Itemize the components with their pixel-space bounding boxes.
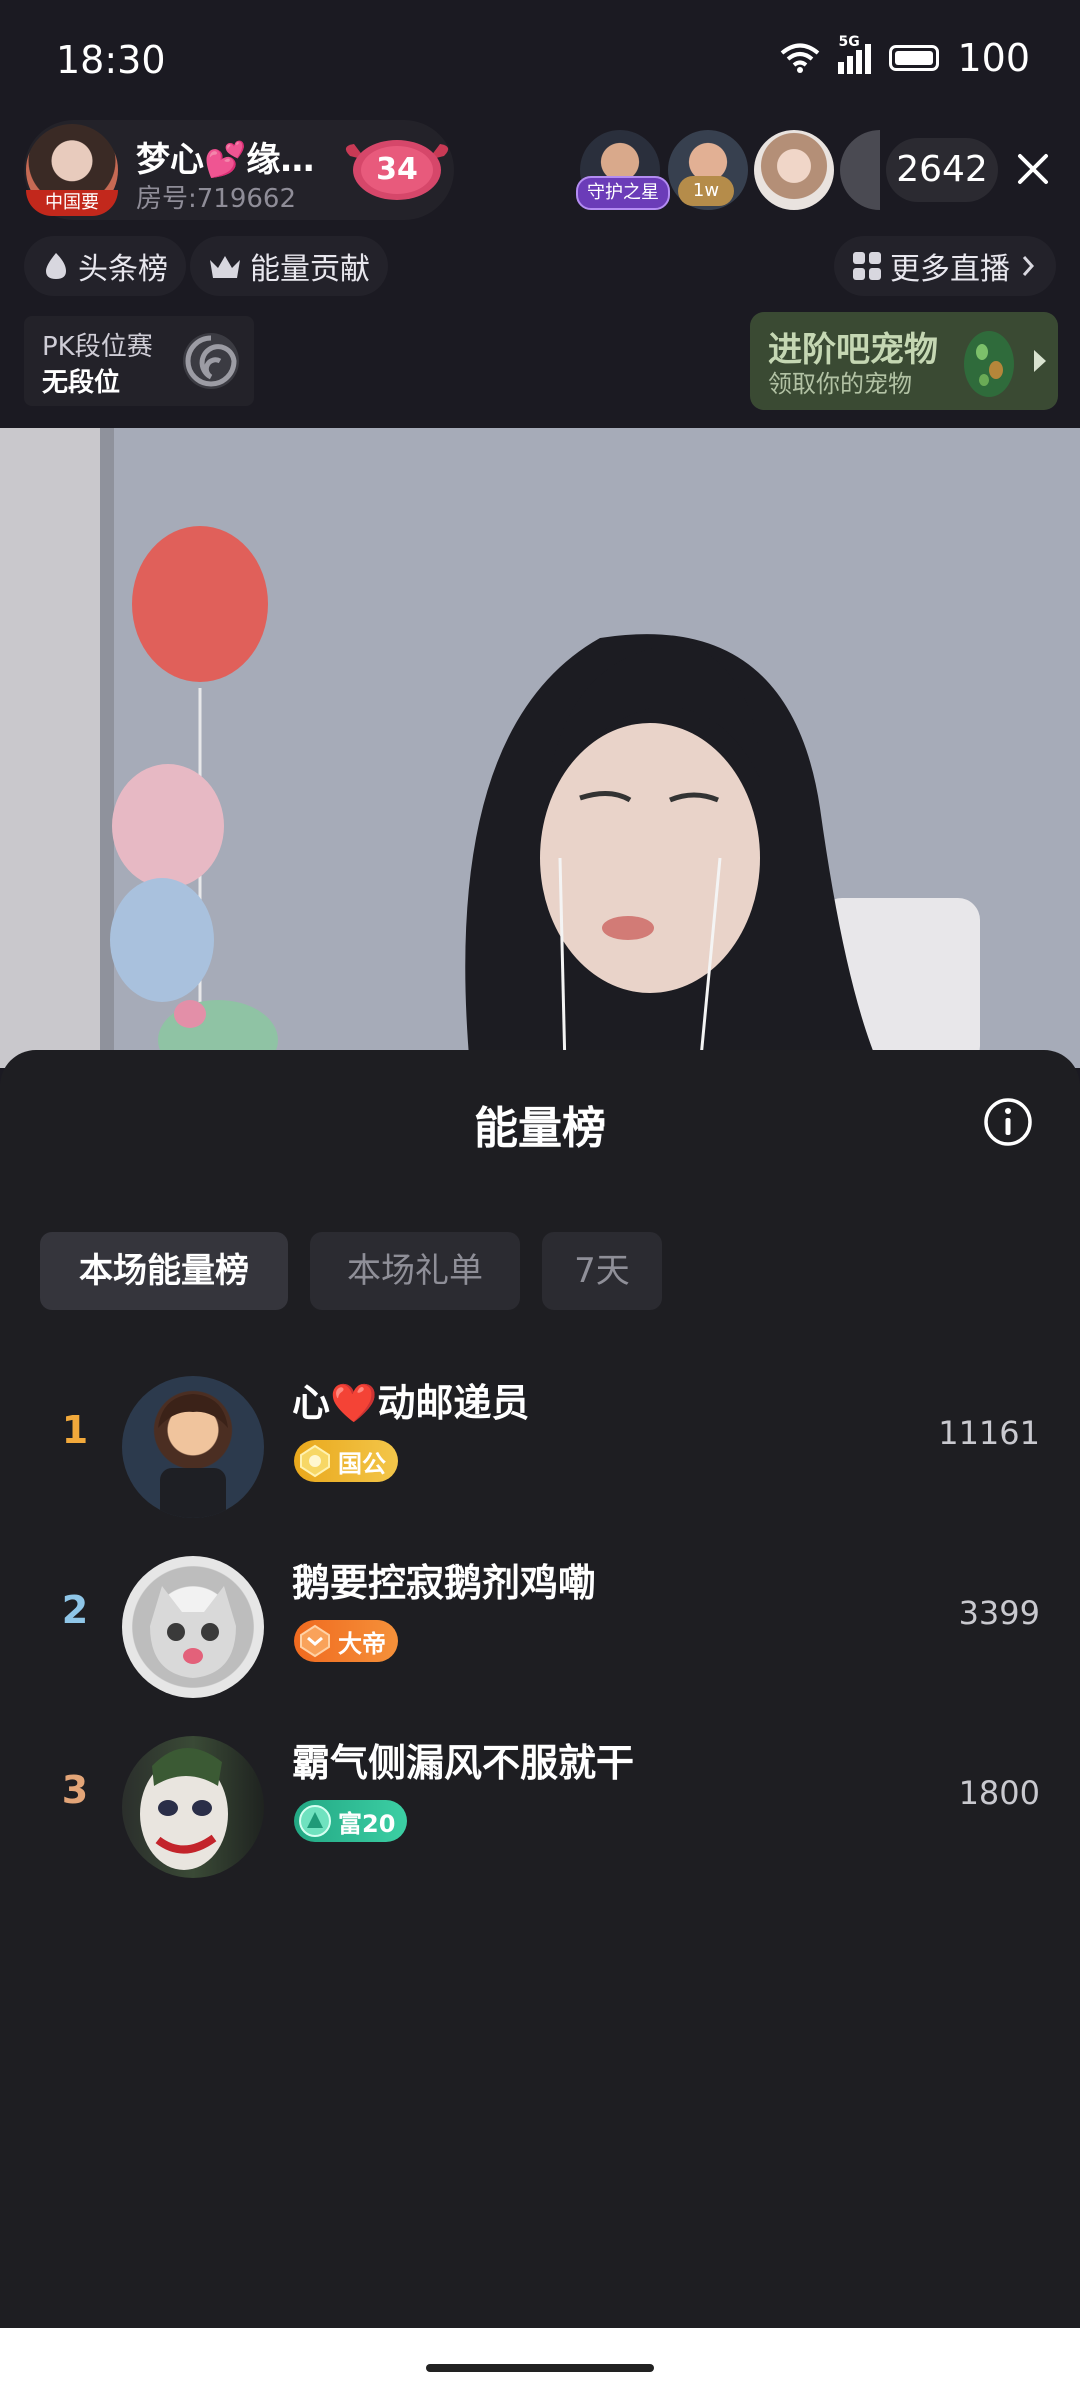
grid-icon — [853, 252, 881, 280]
hot-list-label: 头条榜 — [78, 252, 168, 287]
close-icon[interactable] — [1008, 144, 1058, 194]
pk-rank: 无段位 — [42, 368, 121, 398]
battery-icon — [889, 45, 940, 71]
crown-icon — [210, 256, 240, 278]
battery-level: 100 — [957, 36, 1030, 80]
badge-label: 大帝 — [338, 1629, 386, 1658]
energy-score: 11161 — [938, 1414, 1040, 1452]
noble-badge: 大帝 — [294, 1620, 398, 1662]
energy-contribution-label: 能量贡献 — [250, 252, 370, 287]
play-arrow-icon — [1034, 350, 1046, 372]
heart-count: 34 — [376, 152, 418, 187]
avatar-figure — [150, 1586, 236, 1678]
badge-chevron-icon — [300, 1624, 330, 1658]
info-icon[interactable] — [982, 1096, 1034, 1148]
status-icons: 5G 100 — [780, 34, 1030, 80]
live-video[interactable] — [0, 428, 1080, 1068]
badge-label: 国公 — [338, 1449, 386, 1478]
tab-session-gifts[interactable]: 本场礼单 — [310, 1232, 520, 1310]
viewer-avatar-4[interactable] — [840, 130, 880, 210]
user-avatar[interactable] — [122, 1376, 264, 1518]
pet-egg-icon — [964, 331, 1014, 397]
live-video-scene — [0, 428, 1080, 1068]
pk-spiral-icon — [183, 333, 239, 389]
badge-triangle-icon — [299, 1805, 331, 1837]
anchor-name: 梦心💕缘… — [136, 140, 315, 180]
more-live-button[interactable]: 更多直播 — [834, 236, 1056, 296]
wifi-icon — [781, 43, 820, 73]
badge-label: 富20 — [338, 1809, 396, 1838]
rank-number: 2 — [61, 1588, 89, 1632]
energy-score: 1800 — [958, 1774, 1040, 1812]
noble-badge: 国公 — [294, 1440, 398, 1482]
signal-icon: 5G — [838, 34, 872, 74]
flame-icon — [46, 253, 66, 279]
viewer-level-tag: 1w — [678, 176, 734, 206]
avatar-figure — [158, 1394, 228, 1518]
room-number: 房号:719662 — [136, 184, 297, 214]
rank-number: 3 — [61, 1768, 89, 1812]
user-avatar[interactable] — [122, 1736, 264, 1878]
energy-contribution-button[interactable]: 能量贡献 — [190, 236, 388, 296]
user-avatar[interactable] — [122, 1556, 264, 1698]
status-time: 18:30 — [56, 38, 166, 82]
anchor-avatar-tag: 中国要 — [26, 190, 118, 216]
hot-list-button[interactable]: 头条榜 — [24, 236, 186, 296]
ranking-row[interactable]: 3 霸气侧漏风不服就干 富20 1800 — [0, 1710, 1080, 1890]
wealth-badge: 富20 — [294, 1800, 408, 1842]
sheet-title: 能量榜 — [474, 1103, 606, 1154]
viewer-count[interactable]: 2642 — [886, 138, 998, 202]
tab-session-energy[interactable]: 本场能量榜 — [40, 1232, 288, 1310]
avatar-figure — [140, 1747, 228, 1870]
rank-number: 1 — [61, 1408, 89, 1452]
home-indicator[interactable] — [426, 2364, 654, 2372]
pet-banner-subtitle: 领取你的宠物 — [768, 370, 912, 398]
user-name: 鹅要控寂鹅剂鸡嘞 — [292, 1561, 597, 1605]
tab-7-days[interactable]: 7天 — [542, 1232, 662, 1310]
ranking-row[interactable]: 1 心❤️动邮递员 国公 11161 — [0, 1350, 1080, 1530]
more-live-label: 更多直播 — [890, 252, 1010, 287]
network-type-label: 5G — [838, 34, 860, 50]
user-name: 心❤️动邮递员 — [292, 1381, 530, 1425]
pk-title: PK段位赛 — [42, 332, 153, 362]
chevron-right-icon — [1022, 256, 1035, 276]
user-name: 霸气侧漏风不服就干 — [292, 1741, 635, 1785]
badge-gem-icon — [300, 1444, 330, 1478]
viewer-avatar-3[interactable] — [754, 130, 834, 210]
energy-score: 3399 — [958, 1594, 1040, 1632]
ranking-row[interactable]: 2 鹅要控寂鹅剂鸡嘞 大帝 3399 — [0, 1530, 1080, 1710]
guardian-star-tag: 守护之星 — [576, 176, 670, 210]
